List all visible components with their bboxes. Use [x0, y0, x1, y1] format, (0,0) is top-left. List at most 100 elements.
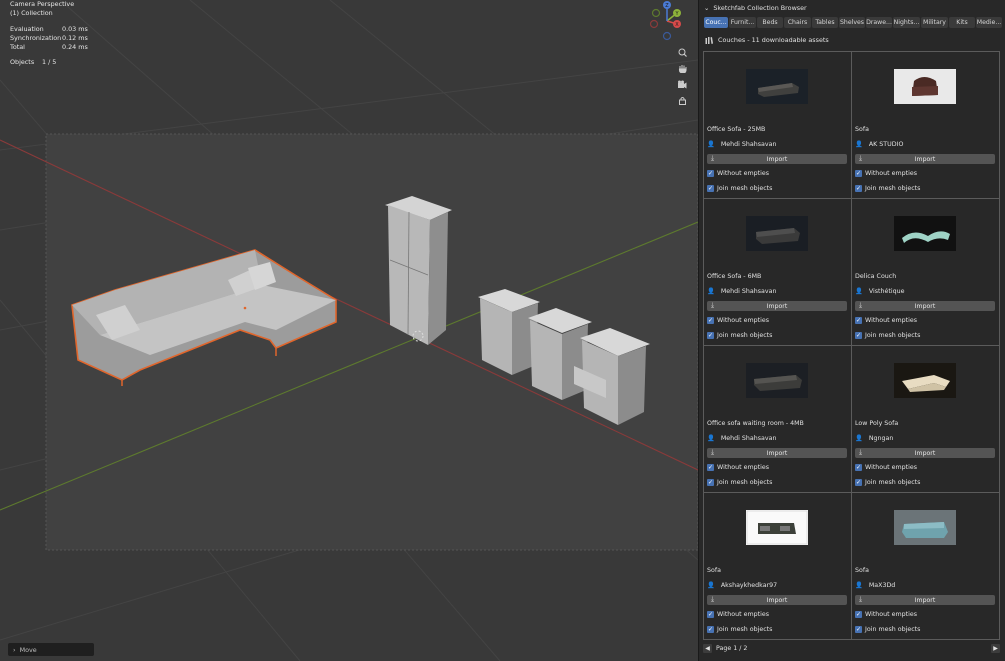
asset-author: 👤 Mehdi Shahsavan — [707, 287, 777, 296]
import-button[interactable]: ⤓ Import — [855, 595, 995, 605]
user-icon: 👤 — [855, 141, 863, 148]
user-icon: 👤 — [707, 435, 715, 442]
pagination: ◀ Page 1 / 2 ▶ — [703, 642, 1000, 654]
import-button[interactable]: ⤓ Import — [855, 448, 995, 458]
asset-author: 👤 AK STUDIO — [855, 140, 904, 149]
asset-title: Sofa — [855, 567, 869, 574]
without-empties-checkbox[interactable]: ✓ Without empties — [707, 170, 769, 177]
join-mesh-checkbox[interactable]: ✓ Join mesh objects — [855, 185, 920, 192]
asset-card: Sofa 👤 Akshaykhedkar97 ⤓ Import ✓ Without e… — [704, 493, 852, 640]
without-empties-checkbox[interactable]: ✓ Without empties — [707, 317, 769, 324]
download-icon: ⤓ — [859, 301, 863, 309]
camera-icon[interactable] — [674, 77, 690, 92]
panel-title: Sketchfab Collection Browser — [713, 3, 807, 12]
library-icon — [705, 37, 713, 44]
asset-thumbnail[interactable] — [894, 510, 956, 545]
asset-title: Sofa — [855, 126, 869, 133]
join-mesh-checkbox[interactable]: ✓ Join mesh objects — [855, 479, 920, 486]
asset-author: 👤 Mehdi Shahsavan — [707, 140, 777, 149]
join-mesh-checkbox[interactable]: ✓ Join mesh objects — [707, 185, 772, 192]
viewport-stats: Camera Perspective (1) Collection Evalua… — [10, 0, 88, 68]
asset-thumbnail[interactable] — [894, 363, 956, 398]
hand-pan-icon[interactable] — [674, 61, 690, 76]
user-icon: 👤 — [855, 435, 863, 442]
download-icon: ⤓ — [859, 154, 863, 162]
asset-author: 👤 Akshaykhedkar97 — [707, 581, 778, 590]
download-icon: ⤓ — [859, 595, 863, 603]
origin-point — [243, 306, 247, 310]
collection-label: (1) Collection — [10, 9, 53, 18]
tab-tables[interactable]: Tables — [812, 17, 838, 28]
import-button[interactable]: ⤓ Import — [707, 301, 847, 311]
panel-header[interactable]: ⌄ Sketchfab Collection Browser — [699, 0, 1005, 15]
asset-card: Office sofa waiting room - 4MB 👤 Mehdi Sh… — [704, 346, 852, 493]
asset-thumbnail[interactable] — [746, 510, 808, 545]
3d-viewport[interactable]: Camera Perspective (1) Collection Evalua… — [0, 0, 698, 661]
import-button[interactable]: ⤓ Import — [855, 154, 995, 164]
zoom-icon[interactable] — [674, 45, 690, 60]
chevron-down-icon: ⌄ — [704, 3, 710, 12]
import-button[interactable]: ⤓ Import — [707, 448, 847, 458]
stat-row: Synchronization 0.12 ms — [10, 33, 88, 42]
asset-title: Sofa — [707, 567, 721, 574]
join-mesh-checkbox[interactable]: ✓ Join mesh objects — [707, 332, 772, 339]
scene-canvas — [0, 0, 698, 661]
tab-kits[interactable]: Kits — [949, 17, 975, 28]
asset-thumbnail[interactable] — [746, 216, 808, 251]
without-empties-checkbox[interactable]: ✓ Without empties — [855, 317, 917, 324]
svg-text:X: X — [675, 22, 679, 28]
user-icon: 👤 — [707, 582, 715, 589]
import-button[interactable]: ⤓ Import — [707, 595, 847, 605]
import-button[interactable]: ⤓ Import — [707, 154, 847, 164]
tab-military[interactable]: Military — [921, 17, 948, 28]
join-mesh-checkbox[interactable]: ✓ Join mesh objects — [855, 626, 920, 633]
next-page-button[interactable]: ▶ — [991, 643, 1000, 653]
asset-author: 👤 Mehdi Shahsavan — [707, 434, 777, 443]
asset-card: Sofa 👤 AK STUDIO ⤓ Import ✓ Without empties… — [852, 52, 1000, 199]
asset-thumbnail[interactable] — [894, 69, 956, 104]
join-mesh-checkbox[interactable]: ✓ Join mesh objects — [707, 479, 772, 486]
without-empties-checkbox[interactable]: ✓ Without empties — [855, 611, 917, 618]
download-icon: ⤓ — [711, 301, 715, 309]
asset-title: Delica Couch — [855, 273, 897, 280]
asset-card: Sofa 👤 MaX3Dd ⤓ Import ✓ Without empties ✓ J… — [852, 493, 1000, 640]
asset-card: Delica Couch 👤 Visthétique ⤓ Import ✓ Witho… — [852, 199, 1000, 346]
tab-chairs[interactable]: Chairs — [784, 17, 811, 28]
download-icon: ⤓ — [859, 448, 863, 456]
collection-info-text: Couches - 11 downloadable assets — [718, 36, 829, 44]
tab-couches[interactable]: Couc... — [704, 17, 728, 28]
without-empties-checkbox[interactable]: ✓ Without empties — [707, 464, 769, 471]
view-navigation-tools — [674, 45, 690, 109]
asset-thumbnail[interactable] — [746, 363, 808, 398]
without-empties-checkbox[interactable]: ✓ Without empties — [707, 611, 769, 618]
asset-grid: Office Sofa - 25MB 👤 Mehdi Shahsavan ⤓ Imp… — [703, 51, 1000, 640]
lock-icon[interactable] — [674, 93, 690, 108]
download-icon: ⤓ — [711, 154, 715, 162]
last-operator-panel[interactable]: › Move — [8, 643, 94, 656]
stat-row: Evaluation 0.03 ms — [10, 24, 88, 33]
import-button[interactable]: ⤓ Import — [855, 301, 995, 311]
tab-medieval[interactable]: Medie... — [976, 17, 1002, 28]
asset-thumbnail[interactable] — [894, 216, 956, 251]
without-empties-checkbox[interactable]: ✓ Without empties — [855, 170, 917, 177]
join-mesh-checkbox[interactable]: ✓ Join mesh objects — [855, 332, 920, 339]
previous-page-button[interactable]: ◀ — [703, 643, 712, 653]
asset-author: 👤 Visthétique — [855, 287, 905, 296]
join-mesh-checkbox[interactable]: ✓ Join mesh objects — [707, 626, 772, 633]
without-empties-checkbox[interactable]: ✓ Without empties — [855, 464, 917, 471]
tab-furniture[interactable]: Furnit... — [729, 17, 756, 28]
tab-drawers[interactable]: Drawe... — [866, 17, 892, 28]
asset-title: Office sofa waiting room - 4MB — [707, 420, 804, 427]
navigation-gizmo[interactable]: Y X Z — [646, 0, 688, 42]
asset-card: Low Poly Sofa 👤 Ngngan ⤓ Import ✓ Without e… — [852, 346, 1000, 493]
download-icon: ⤓ — [711, 595, 715, 603]
tab-nightstands[interactable]: Nights... — [893, 17, 920, 28]
asset-author: 👤 MaX3Dd — [855, 581, 896, 590]
chevron-right-icon: › — [13, 645, 16, 654]
asset-thumbnail[interactable] — [746, 69, 808, 104]
tab-shelves[interactable]: Shelves — [839, 17, 865, 28]
tab-beds[interactable]: Beds — [757, 17, 783, 28]
page-indicator: Page 1 / 2 — [716, 644, 748, 652]
user-icon: 👤 — [707, 141, 715, 148]
asset-title: Office Sofa - 6MB — [707, 273, 762, 280]
